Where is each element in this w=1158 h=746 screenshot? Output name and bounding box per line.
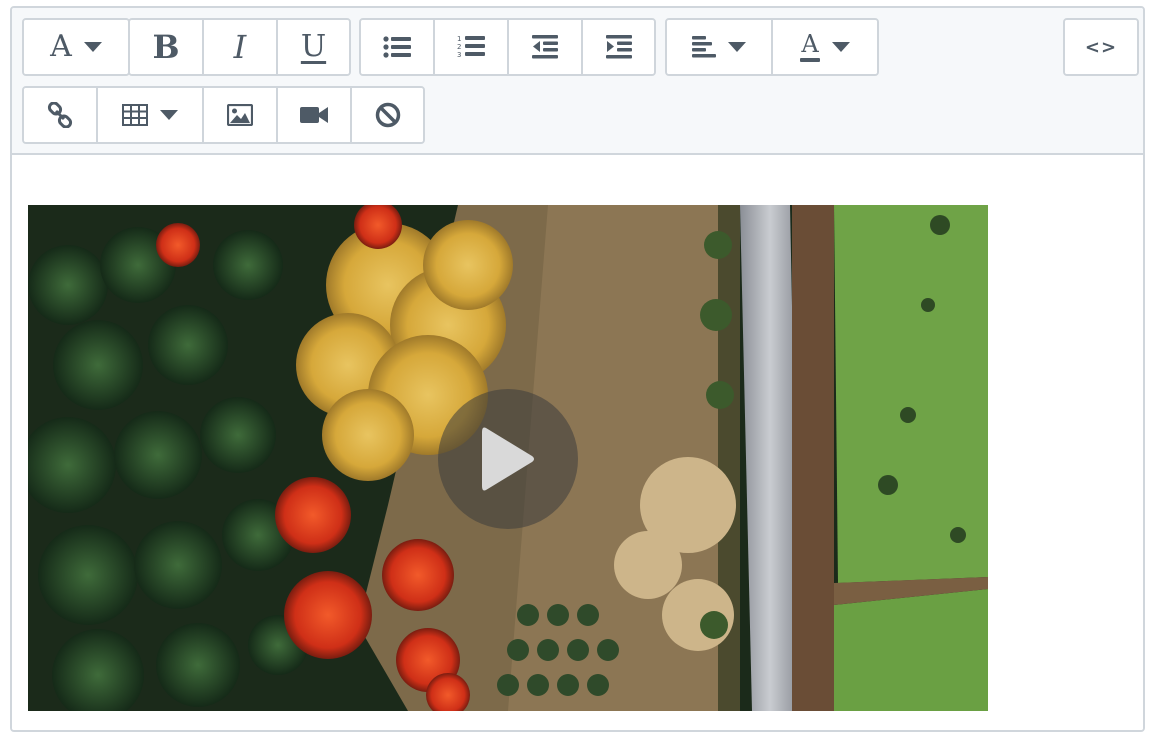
color-bar (800, 58, 820, 62)
indent-icon (605, 35, 632, 59)
unordered-list-button[interactable] (361, 20, 435, 74)
video-button[interactable] (278, 88, 352, 142)
underline-icon: U (300, 29, 327, 64)
svg-text:2: 2 (457, 43, 461, 51)
image-button[interactable] (204, 88, 278, 142)
text-color-icon: A (800, 32, 820, 62)
text-color-label: A (801, 30, 819, 58)
outdent-button[interactable] (509, 20, 583, 74)
source-group: <> (1063, 18, 1139, 76)
outdent-icon (532, 35, 558, 59)
numbered-list-icon: 1 2 3 (457, 35, 485, 59)
svg-text:1: 1 (457, 35, 461, 43)
list-group: 1 2 3 (359, 18, 656, 76)
link-button[interactable] (24, 88, 98, 142)
font-group: A (22, 18, 130, 76)
bold-button[interactable]: B (130, 20, 204, 74)
video-embed[interactable] (28, 205, 988, 711)
italic-button[interactable]: I (204, 20, 278, 74)
chevron-down-icon (83, 42, 102, 52)
insert-group (22, 86, 425, 144)
chevron-down-icon (160, 110, 178, 120)
rich-text-editor: A B I U 1 2 3 A <> (10, 6, 1145, 732)
bold-icon: B (152, 28, 180, 66)
table-button[interactable] (98, 88, 204, 142)
text-format-group: B I U (128, 18, 351, 76)
play-icon (482, 427, 534, 491)
text-color-button[interactable]: A (773, 20, 877, 74)
clear-format-button[interactable] (352, 88, 423, 142)
play-button[interactable] (438, 389, 578, 529)
font-icon: A (50, 29, 72, 64)
indent-button[interactable] (583, 20, 654, 74)
image-icon (227, 104, 253, 126)
video-icon (300, 107, 328, 123)
link-icon (47, 102, 73, 128)
bullet-list-icon (383, 36, 411, 58)
clear-format-icon (375, 102, 400, 128)
chevron-down-icon (832, 42, 850, 52)
editor-content[interactable] (12, 155, 1143, 730)
align-button[interactable] (667, 20, 773, 74)
code-icon: <> (1084, 36, 1118, 58)
align-left-icon (692, 36, 716, 58)
code-view-button[interactable]: <> (1065, 20, 1137, 74)
editor-toolbar: A B I U 1 2 3 A <> (12, 8, 1143, 155)
chevron-down-icon (728, 42, 746, 52)
underline-button[interactable]: U (278, 20, 349, 74)
align-color-group: A (665, 18, 879, 76)
svg-text:3: 3 (457, 51, 461, 59)
ordered-list-button[interactable]: 1 2 3 (435, 20, 509, 74)
italic-icon: I (233, 28, 247, 66)
font-style-button[interactable]: A (24, 20, 128, 74)
table-icon (122, 104, 148, 126)
